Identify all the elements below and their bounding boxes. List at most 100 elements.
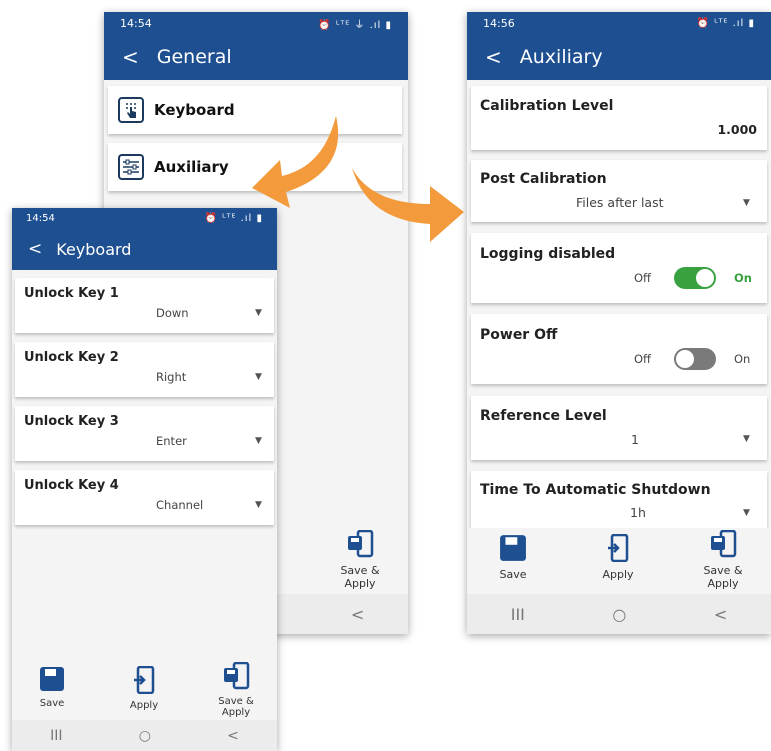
save-button[interactable]: Save bbox=[485, 534, 541, 581]
status-time: 14:56 bbox=[483, 16, 515, 30]
save-apply-label-1: Save & bbox=[218, 696, 254, 707]
unlock-key-3-dropdown[interactable]: Unlock Key 3 Enter ▼ bbox=[15, 406, 274, 461]
unlock-key-2-dropdown[interactable]: Unlock Key 2 Right ▼ bbox=[15, 342, 274, 397]
logging-toggle[interactable] bbox=[674, 267, 716, 289]
save-apply-label-2: Apply bbox=[221, 707, 251, 718]
page-title: General bbox=[156, 46, 232, 68]
keyboard-touch-icon bbox=[118, 97, 144, 123]
curved-arrow-to-keyboard-icon bbox=[252, 116, 339, 208]
dropdown-caret-icon: ▼ bbox=[743, 434, 750, 444]
post-calibration-dropdown[interactable]: Post Calibration Files after last ▼ bbox=[471, 160, 767, 222]
card-title: Unlock Key 3 bbox=[24, 414, 119, 429]
menu-item-label: Keyboard bbox=[154, 101, 235, 119]
selected-value: Right bbox=[156, 370, 187, 384]
card-title: Calibration Level bbox=[480, 98, 614, 114]
home-icon[interactable]: ○ bbox=[139, 728, 151, 744]
card-title: Post Calibration bbox=[480, 171, 607, 187]
save-apply-label-2: Apply bbox=[707, 577, 739, 590]
app-bar: < Keyboard bbox=[12, 228, 277, 270]
status-icons: ⏰ ᴸᵀᴱ ⏚ .ıl ▮ bbox=[318, 19, 392, 31]
keyboard-screen: 14:54 ⏰ ᴸᵀᴱ .ıl ▮ < Keyboard Unlock Key … bbox=[12, 208, 277, 751]
dropdown-caret-icon: ▼ bbox=[743, 198, 750, 208]
back-arrow-icon[interactable]: < bbox=[28, 240, 42, 258]
system-nav-bar: III ○ < bbox=[467, 594, 771, 634]
save-apply-icon bbox=[208, 661, 264, 693]
save-apply-button[interactable]: Save & Apply bbox=[208, 661, 264, 718]
apply-phone-icon bbox=[590, 533, 646, 565]
dropdown-caret-icon: ▼ bbox=[255, 436, 262, 446]
app-bar: < Auxiliary bbox=[467, 34, 771, 80]
page-title: Auxiliary bbox=[519, 46, 603, 68]
reference-level-dropdown[interactable]: Reference Level 1 ▼ bbox=[471, 396, 767, 460]
logging-disabled-setting: Logging disabled Off On bbox=[471, 233, 767, 303]
save-button[interactable]: Save bbox=[24, 666, 80, 709]
toggle-on-label: On bbox=[734, 352, 751, 366]
card-title: Reference Level bbox=[480, 408, 607, 424]
back-arrow-icon[interactable]: < bbox=[122, 47, 139, 67]
apply-button[interactable]: Apply bbox=[116, 665, 172, 711]
save-apply-button[interactable]: Save & Apply bbox=[330, 529, 390, 590]
field-value: 1.000 bbox=[717, 122, 757, 137]
save-apply-label-2: Apply bbox=[344, 577, 376, 590]
status-icons: ⏰ ᴸᵀᴱ .ıl ▮ bbox=[696, 17, 755, 29]
nav-back-icon[interactable]: < bbox=[714, 605, 727, 624]
curved-arrow-to-auxiliary-icon bbox=[352, 168, 464, 242]
save-apply-label-1: Save & bbox=[703, 564, 743, 577]
save-apply-icon bbox=[330, 529, 390, 561]
auxiliary-screen: 14:56 ⏰ ᴸᵀᴱ .ıl ▮ < Auxiliary Calibratio… bbox=[467, 12, 771, 634]
save-label: Save bbox=[39, 698, 65, 709]
nav-back-icon[interactable]: < bbox=[351, 605, 364, 624]
back-arrow-icon[interactable]: < bbox=[485, 47, 502, 67]
status-bar: 14:54 ⏰ ᴸᵀᴱ .ıl ▮ bbox=[12, 208, 277, 228]
toggle-off-label: Off bbox=[634, 271, 651, 285]
home-icon[interactable]: ○ bbox=[612, 605, 626, 624]
card-title: Unlock Key 1 bbox=[24, 286, 119, 301]
toggle-off-label: Off bbox=[634, 352, 651, 366]
unlock-key-1-dropdown[interactable]: Unlock Key 1 Down ▼ bbox=[15, 278, 274, 333]
selected-value: Channel bbox=[156, 498, 204, 512]
power-off-toggle[interactable] bbox=[674, 348, 716, 370]
selected-value: 1h bbox=[630, 505, 646, 520]
status-bar: 14:54 ⏰ ᴸᵀᴱ ⏚ .ıl ▮ bbox=[104, 12, 408, 34]
status-bar: 14:56 ⏰ ᴸᵀᴱ .ıl ▮ bbox=[467, 12, 771, 34]
save-label: Save bbox=[499, 568, 527, 581]
power-off-setting: Power Off Off On bbox=[471, 314, 767, 384]
save-disk-icon bbox=[485, 534, 541, 565]
status-time: 14:54 bbox=[26, 212, 55, 224]
save-disk-icon bbox=[24, 666, 80, 695]
apply-phone-icon bbox=[116, 665, 172, 697]
menu-item-label: Auxiliary bbox=[154, 158, 229, 176]
sliders-icon bbox=[118, 154, 144, 180]
selected-value: 1 bbox=[631, 432, 639, 447]
recents-icon[interactable]: III bbox=[50, 728, 62, 744]
dropdown-caret-icon: ▼ bbox=[743, 508, 750, 518]
page-title: Keyboard bbox=[56, 239, 132, 259]
toggle-on-label: On bbox=[734, 271, 752, 285]
card-title: Power Off bbox=[480, 327, 558, 343]
apply-button[interactable]: Apply bbox=[590, 533, 646, 581]
app-bar: < General bbox=[104, 34, 408, 80]
calibration-level-field[interactable]: Calibration Level 1.000 bbox=[471, 86, 767, 150]
apply-label: Apply bbox=[602, 568, 634, 581]
unlock-key-4-dropdown[interactable]: Unlock Key 4 Channel ▼ bbox=[15, 470, 274, 525]
toggle-knob bbox=[676, 350, 694, 368]
save-apply-icon bbox=[695, 529, 751, 561]
recents-icon[interactable]: III bbox=[511, 605, 525, 624]
selected-value: Enter bbox=[156, 434, 187, 448]
system-nav-bar: III ○ < bbox=[12, 720, 277, 751]
status-time: 14:54 bbox=[120, 16, 152, 30]
card-title: Time To Automatic Shutdown bbox=[480, 482, 711, 498]
selected-value: Down bbox=[156, 306, 189, 320]
apply-label: Apply bbox=[129, 700, 159, 711]
automatic-shutdown-dropdown[interactable]: Time To Automatic Shutdown 1h ▼ bbox=[471, 471, 767, 533]
toggle-knob bbox=[696, 269, 714, 287]
dropdown-caret-icon: ▼ bbox=[255, 372, 262, 382]
dropdown-caret-icon: ▼ bbox=[255, 308, 262, 318]
card-title: Logging disabled bbox=[480, 246, 616, 262]
nav-back-icon[interactable]: < bbox=[227, 728, 239, 744]
selected-value: Files after last bbox=[576, 195, 664, 210]
save-apply-label-1: Save & bbox=[340, 564, 380, 577]
action-bar: Save Apply Save & Apply bbox=[467, 528, 771, 594]
card-title: Unlock Key 2 bbox=[24, 350, 119, 365]
save-apply-button[interactable]: Save & Apply bbox=[695, 529, 751, 590]
